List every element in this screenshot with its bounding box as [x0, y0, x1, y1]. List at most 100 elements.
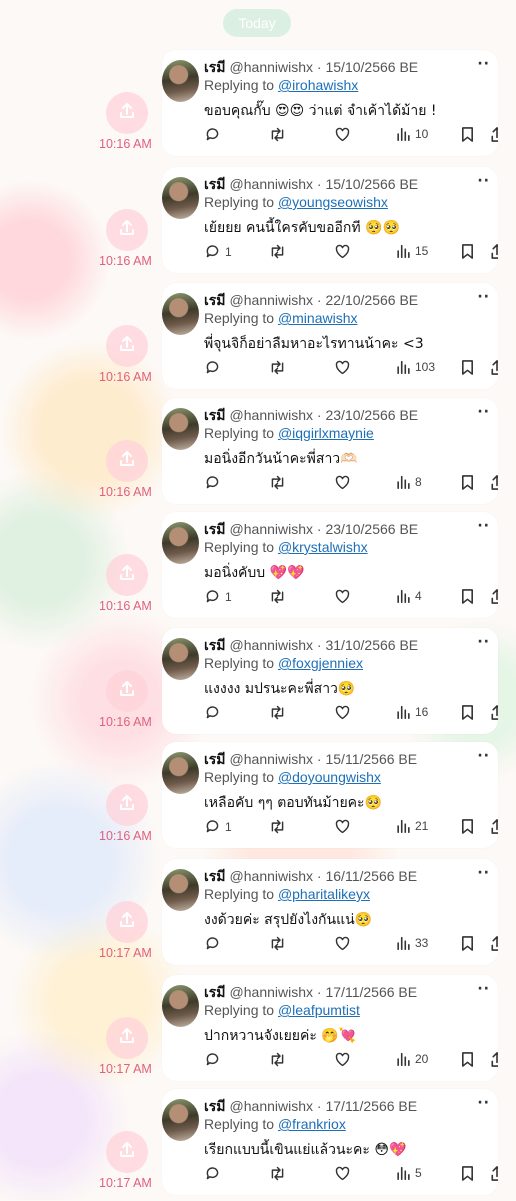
avatar[interactable]: [162, 60, 199, 102]
views-button[interactable]: 10: [396, 126, 428, 142]
like-button[interactable]: [334, 818, 351, 835]
forward-button[interactable]: [106, 554, 148, 596]
share-out-button[interactable]: [491, 126, 498, 143]
views-button[interactable]: 33: [396, 935, 428, 951]
display-name[interactable]: เรมี: [204, 176, 226, 192]
display-name[interactable]: เรมี: [204, 984, 226, 1000]
display-name[interactable]: เรมี: [204, 292, 226, 308]
forward-button[interactable]: [106, 209, 148, 251]
reply-to-link[interactable]: @minawishx: [278, 310, 358, 326]
retweet-button[interactable]: [268, 243, 287, 260]
like-button[interactable]: [334, 359, 351, 376]
tweet-card[interactable]: เรมี @hanniwishx · 15/10/2566 BE ·· Reply…: [162, 167, 498, 273]
avatar[interactable]: [162, 1099, 199, 1141]
bookmark-button[interactable]: [460, 935, 475, 952]
more-options-icon[interactable]: ··: [477, 289, 490, 305]
views-button[interactable]: 5: [396, 1165, 422, 1181]
handle[interactable]: @hanniwishx: [230, 292, 313, 308]
bookmark-button[interactable]: [460, 243, 475, 260]
retweet-button[interactable]: [268, 935, 287, 952]
avatar[interactable]: [162, 752, 199, 794]
views-button[interactable]: 8: [396, 474, 422, 490]
tweet-card[interactable]: เรมี @hanniwishx · 16/11/2566 BE ·· Reply…: [162, 859, 498, 965]
tweet-card[interactable]: เรมี @hanniwishx · 15/11/2566 BE ·· Reply…: [162, 742, 498, 848]
reply-button[interactable]: [204, 704, 225, 721]
display-name[interactable]: เรมี: [204, 407, 226, 423]
retweet-button[interactable]: [268, 126, 287, 143]
handle[interactable]: @hanniwishx: [230, 407, 313, 423]
handle[interactable]: @hanniwishx: [230, 984, 313, 1000]
reply-to-link[interactable]: @doyoungwishx: [278, 769, 381, 785]
tweet-card[interactable]: เรมี @hanniwishx · 15/10/2566 BE ·· Reply…: [162, 50, 498, 156]
reply-to-link[interactable]: @pharitalikeyx: [278, 886, 370, 902]
tweet-card[interactable]: เรมี @hanniwishx · 17/11/2566 BE ·· Reply…: [162, 1089, 498, 1195]
reply-button[interactable]: [204, 359, 225, 376]
handle[interactable]: @hanniwishx: [230, 521, 313, 537]
reply-button[interactable]: 1: [204, 588, 232, 605]
display-name[interactable]: เรมี: [204, 751, 226, 767]
views-button[interactable]: 21: [396, 818, 428, 834]
avatar[interactable]: [162, 177, 199, 219]
forward-button[interactable]: [106, 440, 148, 482]
handle[interactable]: @hanniwishx: [230, 59, 313, 75]
retweet-button[interactable]: [268, 1165, 287, 1182]
forward-button[interactable]: [106, 325, 148, 367]
display-name[interactable]: เรมี: [204, 1098, 226, 1114]
share-out-button[interactable]: [491, 935, 498, 952]
reply-to-link[interactable]: @irohawishx: [278, 77, 358, 93]
reply-button[interactable]: [204, 126, 225, 143]
display-name[interactable]: เรมี: [204, 59, 226, 75]
handle[interactable]: @hanniwishx: [230, 868, 313, 884]
avatar[interactable]: [162, 408, 199, 450]
bookmark-button[interactable]: [460, 1165, 475, 1182]
more-options-icon[interactable]: ··: [477, 634, 490, 650]
more-options-icon[interactable]: ··: [477, 518, 490, 534]
share-out-button[interactable]: [491, 474, 498, 491]
like-button[interactable]: [334, 474, 351, 491]
display-name[interactable]: เรมี: [204, 521, 226, 537]
tweet-card[interactable]: เรมี @hanniwishx · 22/10/2566 BE ·· Reply…: [162, 283, 498, 389]
more-options-icon[interactable]: ··: [477, 404, 490, 420]
share-out-button[interactable]: [491, 704, 498, 721]
tweet-card[interactable]: เรมี @hanniwishx · 31/10/2566 BE ·· Reply…: [162, 628, 498, 734]
views-button[interactable]: 16: [396, 704, 428, 720]
reply-button[interactable]: [204, 1051, 225, 1068]
share-out-button[interactable]: [491, 818, 498, 835]
forward-button[interactable]: [106, 784, 148, 826]
like-button[interactable]: [334, 588, 351, 605]
avatar[interactable]: [162, 638, 199, 680]
forward-button[interactable]: [106, 1131, 148, 1173]
retweet-button[interactable]: [268, 359, 287, 376]
more-options-icon[interactable]: ··: [477, 865, 490, 881]
views-button[interactable]: 4: [396, 588, 422, 604]
retweet-button[interactable]: [268, 1051, 287, 1068]
reply-to-link[interactable]: @leafpumtist: [278, 1002, 360, 1018]
handle[interactable]: @hanniwishx: [230, 751, 313, 767]
retweet-button[interactable]: [268, 588, 287, 605]
tweet-card[interactable]: เรมี @hanniwishx · 23/10/2566 BE ·· Reply…: [162, 512, 498, 618]
bookmark-button[interactable]: [460, 588, 475, 605]
share-out-button[interactable]: [491, 359, 498, 376]
views-button[interactable]: 103: [396, 359, 435, 375]
tweet-card[interactable]: เรมี @hanniwishx · 17/11/2566 BE ·· Reply…: [162, 975, 498, 1081]
views-button[interactable]: 20: [396, 1051, 428, 1067]
bookmark-button[interactable]: [460, 818, 475, 835]
like-button[interactable]: [334, 243, 351, 260]
like-button[interactable]: [334, 704, 351, 721]
forward-button[interactable]: [106, 670, 148, 712]
more-options-icon[interactable]: ··: [477, 173, 490, 189]
avatar[interactable]: [162, 293, 199, 335]
reply-button[interactable]: 1: [204, 243, 232, 260]
more-options-icon[interactable]: ··: [477, 56, 490, 72]
handle[interactable]: @hanniwishx: [230, 1098, 313, 1114]
display-name[interactable]: เรมี: [204, 868, 226, 884]
avatar[interactable]: [162, 522, 199, 564]
like-button[interactable]: [334, 935, 351, 952]
handle[interactable]: @hanniwishx: [230, 637, 313, 653]
more-options-icon[interactable]: ··: [477, 748, 490, 764]
retweet-button[interactable]: [268, 704, 287, 721]
reply-to-link[interactable]: @foxgjenniex: [278, 655, 363, 671]
display-name[interactable]: เรมี: [204, 637, 226, 653]
forward-button[interactable]: [106, 1017, 148, 1059]
retweet-button[interactable]: [268, 818, 287, 835]
